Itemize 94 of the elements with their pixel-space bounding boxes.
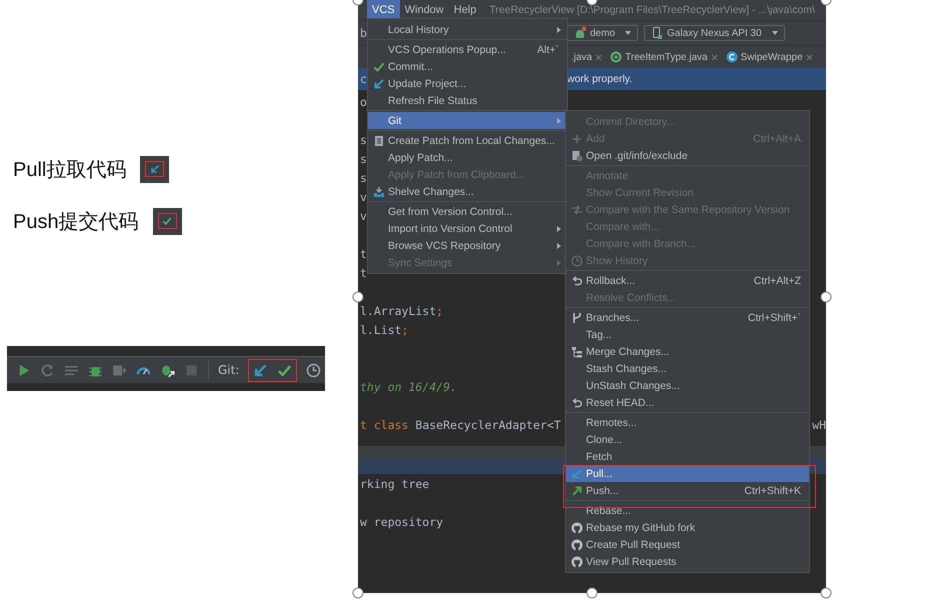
- git-label: Git:: [218, 363, 240, 377]
- menu-item[interactable]: Stash Changes...: [566, 360, 809, 377]
- code-line: s: [360, 132, 367, 146]
- branch-icon: [571, 312, 583, 324]
- submenu-arrow-icon: [557, 26, 561, 32]
- resize-handle[interactable]: [820, 588, 832, 598]
- down-left-arrow-icon: [150, 164, 160, 174]
- submenu-arrow-icon: [557, 260, 561, 266]
- check-icon: [162, 216, 172, 226]
- check-icon: [277, 362, 292, 378]
- menu-item[interactable]: VCS Operations Popup... Alt+`: [368, 41, 567, 58]
- code-line: t: [360, 246, 367, 260]
- menu-item[interactable]: Update Project...: [368, 75, 567, 92]
- menu-item[interactable]: Git: [368, 112, 567, 129]
- menu-item[interactable]: Local History: [368, 21, 567, 38]
- menu-item[interactable]: Push... Ctrl+Shift+K: [566, 482, 809, 499]
- up-right-arrow-icon: [571, 484, 583, 496]
- menu-item[interactable]: Import into Version Control: [368, 220, 567, 237]
- code-line: l.ArrayList;: [360, 304, 444, 318]
- menu-item[interactable]: View Pull Requests: [566, 553, 809, 570]
- menu-item[interactable]: Clone...: [566, 431, 809, 448]
- code-line: w repository: [360, 514, 444, 528]
- menu-item[interactable]: Remotes...: [566, 414, 809, 431]
- menu-item[interactable]: Branches... Ctrl+Shift+`: [566, 309, 809, 326]
- document-icon: [571, 150, 583, 162]
- code-fragment: b: [359, 26, 368, 40]
- submenu-arrow-icon: [557, 242, 561, 248]
- submenu-arrow-icon: [557, 118, 561, 124]
- menu-item[interactable]: Refresh File Status: [368, 92, 567, 109]
- menu-item[interactable]: Browse VCS Repository: [368, 237, 567, 254]
- resize-handle[interactable]: [820, 292, 832, 302]
- resize-handle[interactable]: [352, 588, 364, 598]
- github-icon: [571, 538, 583, 550]
- down-left-arrow-icon: [373, 78, 385, 90]
- android-icon: [574, 27, 586, 39]
- submenu-arrow-icon: [557, 226, 561, 232]
- menu-bar-item[interactable]: VCS: [367, 0, 400, 20]
- merge-icon: [571, 346, 583, 358]
- interface-icon: [610, 51, 622, 63]
- menu-item[interactable]: Apply Patch...: [368, 149, 567, 166]
- resize-handle[interactable]: [352, 292, 364, 302]
- down-left-arrow-icon: [253, 362, 268, 378]
- class-icon: [726, 51, 738, 63]
- notification-text: work properly.: [567, 73, 632, 85]
- tray-icon: [373, 186, 385, 198]
- compare-arrows-icon: [571, 204, 583, 216]
- code-line: s: [360, 152, 367, 166]
- menu-item[interactable]: Rollback... Ctrl+Alt+Z: [566, 272, 809, 289]
- editor-tab[interactable]: SwipeWrappe: [722, 46, 817, 68]
- menu-item[interactable]: Reset HEAD...: [566, 394, 809, 411]
- config-dropdown[interactable]: Galaxy Nexus API 30: [644, 25, 785, 41]
- menu-item[interactable]: Shelve Changes...: [368, 183, 567, 200]
- clock-icon: [571, 254, 583, 266]
- resize-handle[interactable]: [586, 588, 598, 598]
- code-line: v: [360, 208, 367, 222]
- github-icon: [571, 522, 583, 534]
- window-title: TreeRecyclerView [D:\Program Files\TreeRecyclerView] - ...\java\com\: [489, 4, 815, 16]
- github-icon: [571, 556, 583, 568]
- clock-icon: [306, 362, 322, 378]
- undo-icon: [571, 396, 583, 408]
- code-line: thy on 16/4/9.: [360, 380, 457, 394]
- menu-item[interactable]: Merge Changes...: [566, 343, 809, 360]
- menu-item[interactable]: Create Pull Request: [566, 536, 809, 553]
- note-text: Push提交代码: [13, 210, 139, 234]
- menu-item[interactable]: Create Patch from Local Changes...: [368, 132, 567, 149]
- check-icon: [373, 60, 385, 72]
- code-line: t class BaseRecyclerAdapter<T: [360, 418, 561, 432]
- menu-bar-item[interactable]: Window: [400, 0, 449, 20]
- menu-item[interactable]: Get from Version Control...: [368, 203, 567, 220]
- code-line: t: [360, 266, 367, 280]
- menu-item[interactable]: Fetch: [566, 448, 809, 465]
- menu-item[interactable]: Commit...: [368, 58, 567, 75]
- code-line: o: [360, 94, 367, 108]
- down-left-arrow-icon: [571, 468, 583, 480]
- code-line: v: [360, 190, 367, 204]
- bug-arrow-icon[interactable]: [160, 362, 175, 378]
- code-fragment: c: [359, 72, 368, 86]
- code-line: l.List;: [360, 322, 408, 336]
- note-text: Pull拉取代码: [13, 158, 126, 182]
- menu-item[interactable]: Rebase my GitHub fork: [566, 519, 809, 536]
- code-fragment: wH: [812, 418, 826, 432]
- document-icon: [373, 134, 385, 146]
- code-line: rking tree: [360, 476, 430, 490]
- menu-item[interactable]: Open .git/info/exclude: [566, 147, 809, 164]
- menu-item[interactable]: Tag...: [566, 326, 809, 343]
- menu-item[interactable]: UnStash Changes...: [566, 377, 809, 394]
- editor-tab[interactable]: TreeItemType.java: [606, 46, 722, 68]
- editor-tab[interactable]: .java: [567, 46, 606, 68]
- menu-item[interactable]: Pull...: [566, 465, 809, 482]
- undo-icon: [571, 274, 583, 286]
- menu-bar-item[interactable]: Help: [448, 0, 482, 20]
- code-line: s: [360, 170, 367, 184]
- phone-icon: [651, 27, 664, 39]
- plus-icon: [571, 132, 583, 144]
